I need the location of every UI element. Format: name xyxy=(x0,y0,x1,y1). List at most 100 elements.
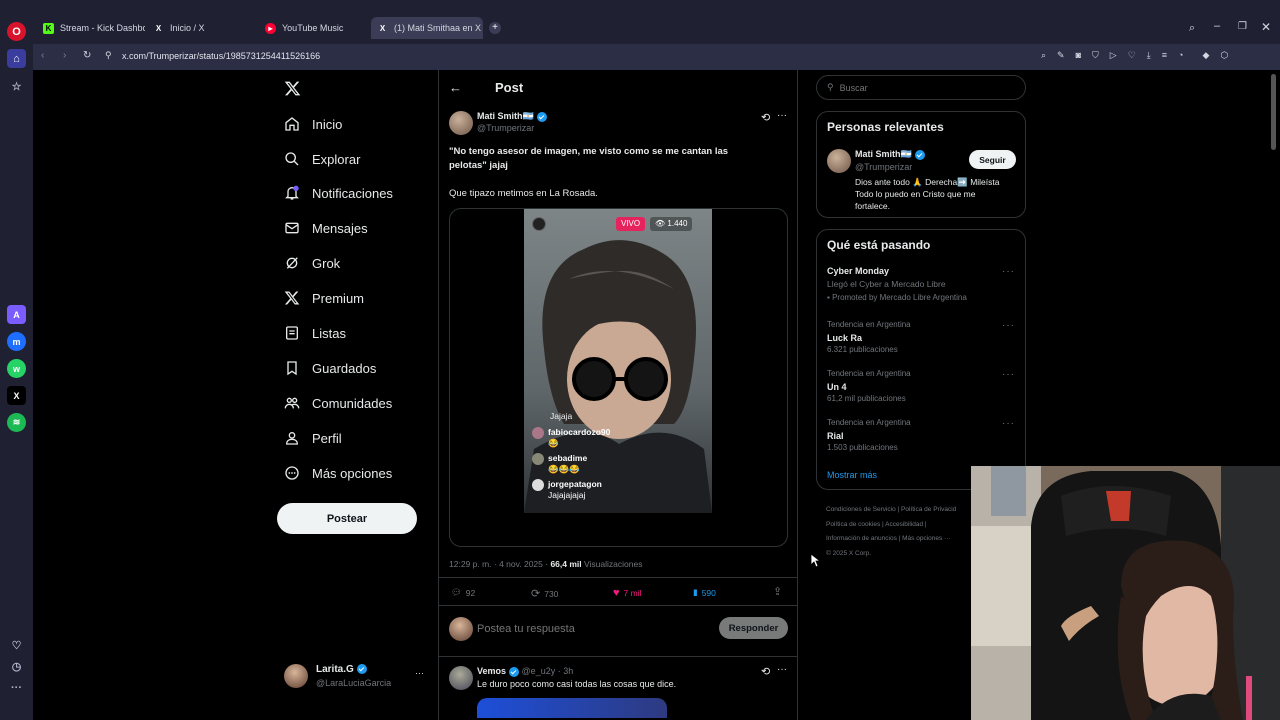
more-dots-icon[interactable]: ··· xyxy=(777,664,787,675)
nav-guardados[interactable]: Guardados xyxy=(284,356,376,380)
repost-action[interactable]: ⟳ 730 xyxy=(531,587,558,600)
more-dots-icon[interactable]: ··· xyxy=(777,110,787,121)
grok-explain-icon[interactable]: ⟲ xyxy=(761,111,770,124)
url-field[interactable]: x.com/Trumperizar/status/198573125441152… xyxy=(122,51,320,61)
footer-link[interactable]: Condiciones de Servicio xyxy=(826,506,896,513)
more-dots-icon[interactable]: ··· xyxy=(1002,369,1015,380)
opera-logo-icon[interactable]: O xyxy=(7,22,26,41)
messenger-icon[interactable]: m xyxy=(7,332,26,351)
more-dots-icon[interactable]: ··· xyxy=(415,668,424,678)
extension-icon[interactable]: ◆ xyxy=(1202,50,1209,61)
search-box[interactable]: ⚲ xyxy=(816,75,1026,100)
tab-search-icon[interactable]: ⌕ xyxy=(1189,22,1195,35)
nav-grok[interactable]: Grok xyxy=(284,251,340,275)
x-logo[interactable] xyxy=(284,80,301,97)
author-handle[interactable]: @Trumperizar xyxy=(477,123,534,133)
trend-item[interactable]: Tendencia en Argentina Un 4 61,2 mil pub… xyxy=(817,369,1025,405)
more-dots-icon[interactable]: ··· xyxy=(1002,418,1015,429)
reply-action[interactable]: 💬︎ 92 xyxy=(451,587,475,598)
footer-link[interactable]: Política de cookies xyxy=(826,521,880,528)
reply-button[interactable]: Responder xyxy=(719,617,788,639)
nav-premium[interactable]: Premium xyxy=(284,286,364,310)
like-count: 7 mil xyxy=(623,588,642,598)
nav-inicio[interactable]: Inicio xyxy=(284,112,342,136)
profile-icon[interactable]: ◔ xyxy=(1178,50,1183,61)
nav-perfil[interactable]: Perfil xyxy=(284,426,342,450)
avatar[interactable] xyxy=(827,149,851,173)
tab-x-home[interactable]: X Inicio / X xyxy=(147,17,257,39)
forward-icon[interactable]: › xyxy=(63,50,66,61)
nav-mensajes[interactable]: Mensajes xyxy=(284,216,368,240)
search-input[interactable] xyxy=(839,82,1000,93)
reply-media[interactable] xyxy=(477,698,667,718)
post-timestamp[interactable]: 12:29 p. m. · 4 nov. 2025 · xyxy=(449,559,548,569)
pin-icon[interactable]: ☆ xyxy=(7,77,26,96)
avatar[interactable] xyxy=(449,111,473,135)
minimize-button[interactable]: – xyxy=(1214,20,1220,32)
aria-icon[interactable]: A xyxy=(7,305,26,324)
back-icon[interactable]: ‹ xyxy=(41,50,44,61)
post-button[interactable]: Postear xyxy=(277,503,417,534)
play-icon[interactable]: ▷ xyxy=(1110,50,1117,61)
more-icon[interactable]: ··· xyxy=(7,678,26,697)
media-container[interactable]: VIVO 👁 1.440 Jajaja fabiocardozo90 😂 seba… xyxy=(449,208,788,547)
account-switcher[interactable]: Larita.G @LaraLuciaGarcia ··· xyxy=(284,662,430,690)
nav-mas-opciones[interactable]: Más opciones xyxy=(284,461,392,485)
video-thumbnail[interactable]: VIVO 👁 1.440 Jajaja fabiocardozo90 😂 seba… xyxy=(524,209,712,513)
share-icon[interactable]: ⇪ xyxy=(773,585,782,598)
footer-link[interactable]: Accesibilidad xyxy=(885,521,923,528)
nav-listas[interactable]: Listas xyxy=(284,321,346,345)
footer-link[interactable]: Más opciones ··· xyxy=(902,535,950,542)
opera-sidebar: O ⌂ ☆ A m w X ≋ ♡ ◷ ··· xyxy=(0,0,33,720)
settings-icon[interactable]: ⬡ xyxy=(1220,50,1228,61)
bookmark-action[interactable]: ▮ 590 xyxy=(693,587,716,598)
reload-icon[interactable]: ↻ xyxy=(83,50,91,61)
reply-author-handle[interactable]: @e_u2y xyxy=(522,666,556,676)
tab-kick[interactable]: K Stream - Kick Dashboard xyxy=(37,17,145,39)
home-icon[interactable]: ⌂ xyxy=(7,49,26,68)
history-icon[interactable]: ◷ xyxy=(7,657,26,676)
author-name-row[interactable]: Mati Smith🇦🇷 xyxy=(477,111,547,122)
new-tab-button[interactable]: + xyxy=(489,22,501,34)
relevant-handle[interactable]: @Trumperizar xyxy=(855,162,912,172)
avatar[interactable] xyxy=(449,666,473,690)
scrollbar-thumb[interactable] xyxy=(1271,74,1276,150)
back-arrow-icon[interactable]: ← xyxy=(449,80,462,95)
reply-input[interactable] xyxy=(477,620,677,638)
grok-explain-icon[interactable]: ⟲ xyxy=(761,665,770,678)
nav-notificaciones[interactable]: Notificaciones xyxy=(284,181,393,205)
trend-item[interactable]: Tendencia en Argentina Rial 1.503 public… xyxy=(817,418,1025,454)
reply-time[interactable]: · 3h xyxy=(558,666,574,676)
x-sidebar-icon[interactable]: X xyxy=(7,386,26,405)
site-info-icon[interactable]: ⚲ xyxy=(105,50,112,61)
menu-icon[interactable]: ≡ xyxy=(1162,50,1167,61)
close-window-button[interactable]: ✕ xyxy=(1261,20,1271,34)
show-more-link[interactable]: Mostrar más xyxy=(827,470,877,480)
nav-explorar[interactable]: Explorar xyxy=(284,147,360,171)
heart-icon[interactable]: ♡ xyxy=(7,636,26,655)
trend-promo[interactable]: Cyber Monday Llegó el Cyber a Mercado Li… xyxy=(817,266,1025,308)
footer-link[interactable]: Información de anuncios xyxy=(826,535,897,542)
download-icon[interactable]: ⤓ xyxy=(1147,50,1151,61)
tab-mati-smith[interactable]: X (1) Mati Smithaa en X xyxy=(371,17,483,39)
maximize-button[interactable]: ❐ xyxy=(1238,21,1247,32)
more-dots-icon[interactable]: ··· xyxy=(1002,266,1015,277)
camera-icon[interactable]: ◙ xyxy=(1076,50,1081,61)
edit-icon[interactable]: ✎ xyxy=(1057,50,1065,61)
zoom-icon[interactable]: ⌕ xyxy=(1041,50,1046,61)
trend-item[interactable]: Tendencia en Argentina Luck Ra 6.321 pub… xyxy=(817,320,1025,356)
nav-comunidades[interactable]: Comunidades xyxy=(284,391,392,415)
more-dots-icon[interactable]: ··· xyxy=(1002,320,1015,331)
shield-icon[interactable]: ⛉ xyxy=(1092,50,1099,61)
footer-link[interactable]: Política de Privacid xyxy=(901,506,956,513)
spotify-icon[interactable]: ≋ xyxy=(7,413,26,432)
whatsapp-icon[interactable]: w xyxy=(7,359,26,378)
tab-youtube-music[interactable]: ▸ YouTube Music xyxy=(259,17,369,39)
follow-button[interactable]: Seguir xyxy=(969,150,1016,169)
reply-author-name[interactable]: Vemos xyxy=(477,666,506,676)
like-action[interactable]: ♥ 7 mil xyxy=(613,587,641,599)
relevant-name-row[interactable]: Mati Smith🇦🇷 xyxy=(855,149,925,160)
reply-count: 92 xyxy=(465,587,476,598)
trend-desc: Llegó el Cyber a Mercado Libre xyxy=(827,279,946,289)
heart-icon[interactable]: ♡ xyxy=(1128,50,1136,61)
